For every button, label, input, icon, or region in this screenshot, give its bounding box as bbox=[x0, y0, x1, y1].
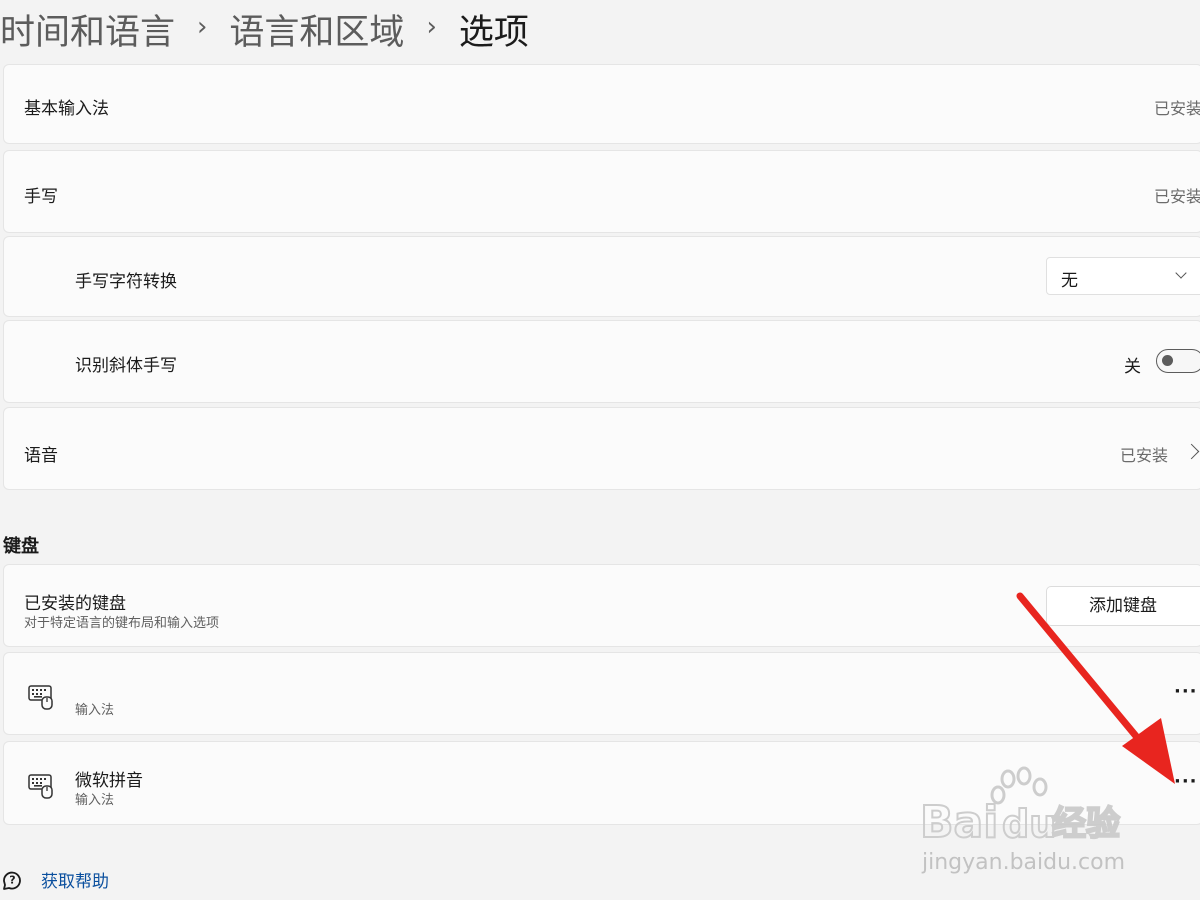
handwriting-label: 手写 bbox=[24, 187, 58, 207]
keyboard-item-name: 微软拼音 bbox=[75, 771, 143, 791]
svg-text:jingyan.baidu.com: jingyan.baidu.com bbox=[921, 850, 1125, 875]
handwriting-conversion-row: 手写字符转换 bbox=[3, 236, 1200, 317]
toggle-knob bbox=[1162, 355, 1173, 366]
chevron-right-icon bbox=[1183, 443, 1200, 460]
keyboard-item-type: 输入法 bbox=[75, 793, 115, 808]
breadcrumb-separator: › bbox=[197, 12, 208, 42]
keyboard-icon bbox=[28, 685, 53, 710]
cursive-state-label: 关 bbox=[1124, 357, 1141, 377]
handwriting-status: 已安装 bbox=[1154, 187, 1200, 206]
breadcrumb: 时间和语言 › 语言和区域 › 选项 bbox=[0, 4, 529, 54]
basic-input-label: 基本输入法 bbox=[24, 99, 109, 119]
keyboard-item-type: 输入法 bbox=[75, 703, 115, 718]
get-help-label: 获取帮助 bbox=[41, 871, 109, 892]
svg-text:?: ? bbox=[9, 874, 15, 887]
speech-row[interactable]: 语音 已安装 bbox=[3, 407, 1200, 490]
installed-keyboards-description: 对于特定语言的键布局和输入选项 bbox=[24, 616, 220, 631]
basic-input-row[interactable]: 基本输入法 已安装 bbox=[3, 64, 1200, 144]
cursive-label: 识别斜体手写 bbox=[75, 356, 177, 376]
page-title: 选项 bbox=[458, 12, 529, 53]
get-help-link[interactable]: ? 获取帮助 bbox=[0, 866, 109, 892]
svg-text:Bai: Bai bbox=[920, 797, 998, 848]
handwriting-conversion-label: 手写字符转换 bbox=[75, 272, 177, 292]
annotation-arrow-icon bbox=[1016, 592, 1175, 784]
svg-text:经验: 经验 bbox=[1052, 804, 1120, 844]
cursive-toggle[interactable] bbox=[1156, 349, 1200, 373]
breadcrumb-time-language[interactable]: 时间和语言 bbox=[0, 4, 175, 55]
chevron-down-icon bbox=[1175, 267, 1187, 279]
keyboard-section-title: 键盘 bbox=[3, 536, 39, 557]
handwriting-conversion-value: 无 bbox=[1061, 271, 1078, 291]
speech-status: 已安装 bbox=[1120, 446, 1169, 465]
svg-text:du: du bbox=[1002, 802, 1056, 846]
breadcrumb-language-region[interactable]: 语言和区域 bbox=[229, 4, 404, 55]
speech-label: 语音 bbox=[24, 446, 58, 466]
keyboard-icon bbox=[28, 774, 53, 799]
basic-input-status: 已安装 bbox=[1154, 99, 1200, 118]
breadcrumb-separator: › bbox=[426, 12, 437, 42]
cursive-row: 识别斜体手写 关 bbox=[3, 320, 1200, 403]
handwriting-row[interactable]: 手写 已安装 bbox=[3, 150, 1200, 233]
installed-keyboards-label: 已安装的键盘 bbox=[24, 594, 126, 614]
handwriting-conversion-select[interactable]: 无 bbox=[1046, 257, 1200, 295]
baidu-watermark-logo: Bai du 经验 jingyan.baidu.com bbox=[920, 766, 1125, 875]
help-icon: ? bbox=[3, 871, 21, 890]
